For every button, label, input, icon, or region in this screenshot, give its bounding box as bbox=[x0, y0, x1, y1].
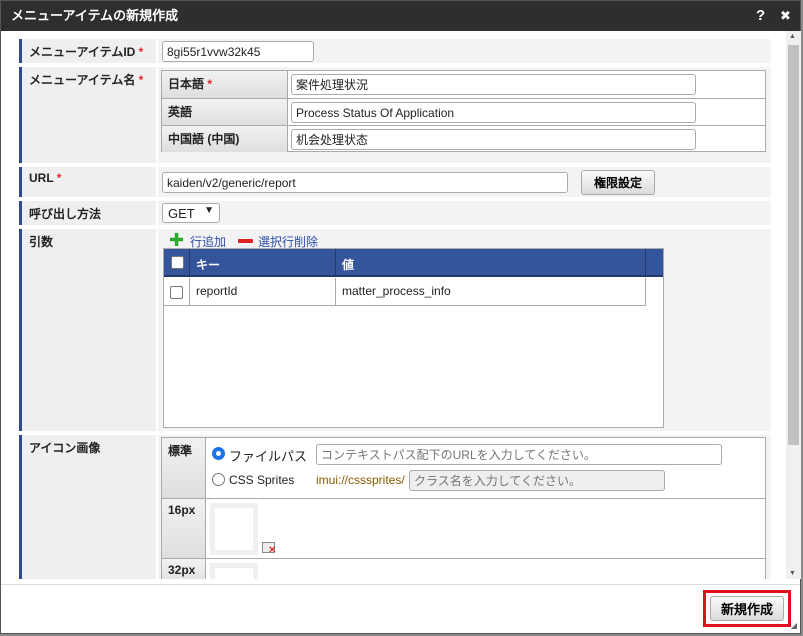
lang-label-zh: 中国語 (中国) bbox=[162, 126, 288, 152]
required-mark: * bbox=[207, 77, 213, 91]
required-mark: * bbox=[138, 45, 144, 59]
url-label: URL * bbox=[19, 167, 156, 197]
footer-divider bbox=[1, 584, 800, 585]
file-path-label: ファイルパス bbox=[229, 449, 308, 464]
divider bbox=[162, 498, 765, 499]
required-mark: * bbox=[56, 171, 62, 185]
lang-label-ja: 日本語 * bbox=[162, 71, 288, 98]
label-text: メニューアイテムID bbox=[29, 45, 136, 59]
label-text: 日本語 bbox=[168, 77, 205, 91]
dialog-title: メニューアイテムの新規作成 bbox=[1, 1, 800, 31]
size16-label: 16px bbox=[162, 499, 206, 558]
css-class-input[interactable] bbox=[409, 470, 665, 491]
scrollbar[interactable]: ▲ ▼ bbox=[786, 31, 801, 579]
icon-table: 標準 ファイルパス CSS Sprites imui://csssprites/… bbox=[161, 437, 766, 579]
name-en-input[interactable] bbox=[291, 102, 696, 123]
lang-label-en: 英語 bbox=[162, 99, 288, 126]
resize-grip-icon[interactable]: ◢ bbox=[791, 621, 797, 630]
header-key: キー bbox=[189, 249, 335, 277]
header-value: 値 bbox=[335, 249, 646, 277]
label-text: URL bbox=[29, 171, 54, 185]
row-checkbox[interactable] bbox=[170, 286, 183, 299]
select-all-checkbox[interactable] bbox=[171, 256, 184, 269]
args-table: キー 値 reportId matter_process_info bbox=[163, 248, 664, 428]
css-sprites-radio[interactable] bbox=[212, 473, 225, 486]
scroll-down-icon[interactable]: ▼ bbox=[789, 570, 796, 577]
delete-image-icon[interactable]: ✕ bbox=[262, 542, 276, 556]
menu-item-name-label: メニューアイテム名 * bbox=[19, 67, 156, 163]
dialog: メニューアイテムの新規作成 ? ✖ メニューアイテムID * メニューアイテム名… bbox=[0, 0, 801, 634]
row-key[interactable]: reportId bbox=[189, 278, 335, 305]
permission-settings-button[interactable]: 権限設定 bbox=[581, 170, 655, 195]
call-method-select[interactable]: GET ▼ bbox=[162, 203, 220, 223]
required-mark: * bbox=[138, 73, 144, 87]
selected-value: GET bbox=[168, 206, 195, 221]
menu-item-name-cell: 日本語 * 英語 中国語 (中国) bbox=[158, 67, 771, 163]
icon32-preview[interactable] bbox=[210, 563, 258, 579]
menu-item-id-label: メニューアイテムID * bbox=[19, 39, 156, 63]
icon-image-cell: 標準 ファイルパス CSS Sprites imui://csssprites/… bbox=[158, 435, 771, 579]
row-value[interactable]: matter_process_info bbox=[335, 278, 457, 305]
icon-image-label: アイコン画像 bbox=[19, 435, 156, 579]
url-input[interactable] bbox=[162, 172, 568, 193]
icon16-preview[interactable] bbox=[210, 503, 258, 555]
args-label: 引数 bbox=[19, 229, 156, 431]
args-table-header: キー 値 bbox=[164, 249, 663, 277]
localized-name-table: 日本語 * 英語 中国語 (中国) bbox=[161, 70, 766, 152]
name-ja-input[interactable] bbox=[291, 74, 696, 95]
table-row: reportId matter_process_info bbox=[164, 278, 646, 306]
minus-icon[interactable] bbox=[238, 239, 253, 243]
close-button[interactable]: ✖ bbox=[780, 1, 791, 31]
label-text: メニューアイテム名 bbox=[29, 73, 136, 87]
scrollbar-thumb[interactable] bbox=[788, 45, 799, 445]
form-content: メニューアイテムID * メニューアイテム名 * 日本語 * 英語 中国語 (中… bbox=[1, 31, 786, 579]
call-method-label: 呼び出し方法 bbox=[19, 201, 156, 225]
file-path-input[interactable] bbox=[316, 444, 722, 465]
divider bbox=[162, 558, 765, 559]
chevron-down-icon: ▼ bbox=[204, 205, 214, 216]
css-prefix: imui://csssprites/ bbox=[316, 473, 405, 487]
css-sprites-label: CSS Sprites bbox=[229, 473, 295, 487]
file-path-radio[interactable] bbox=[212, 447, 225, 460]
call-method-cell: GET ▼ bbox=[158, 201, 771, 225]
menu-item-id-cell bbox=[158, 39, 771, 63]
help-button[interactable]: ? bbox=[756, 1, 765, 31]
menu-item-id-input[interactable] bbox=[162, 41, 314, 62]
args-cell: ✚ 行追加 選択行削除 キー 値 reportId matter_process… bbox=[158, 229, 771, 431]
url-cell: 権限設定 bbox=[158, 167, 771, 197]
standard-label: 標準 bbox=[162, 438, 206, 498]
create-button[interactable]: 新規作成 bbox=[710, 596, 784, 621]
name-zh-input[interactable] bbox=[291, 129, 696, 150]
size32-label: 32px bbox=[162, 559, 206, 579]
scroll-up-icon[interactable]: ▲ bbox=[789, 33, 796, 40]
